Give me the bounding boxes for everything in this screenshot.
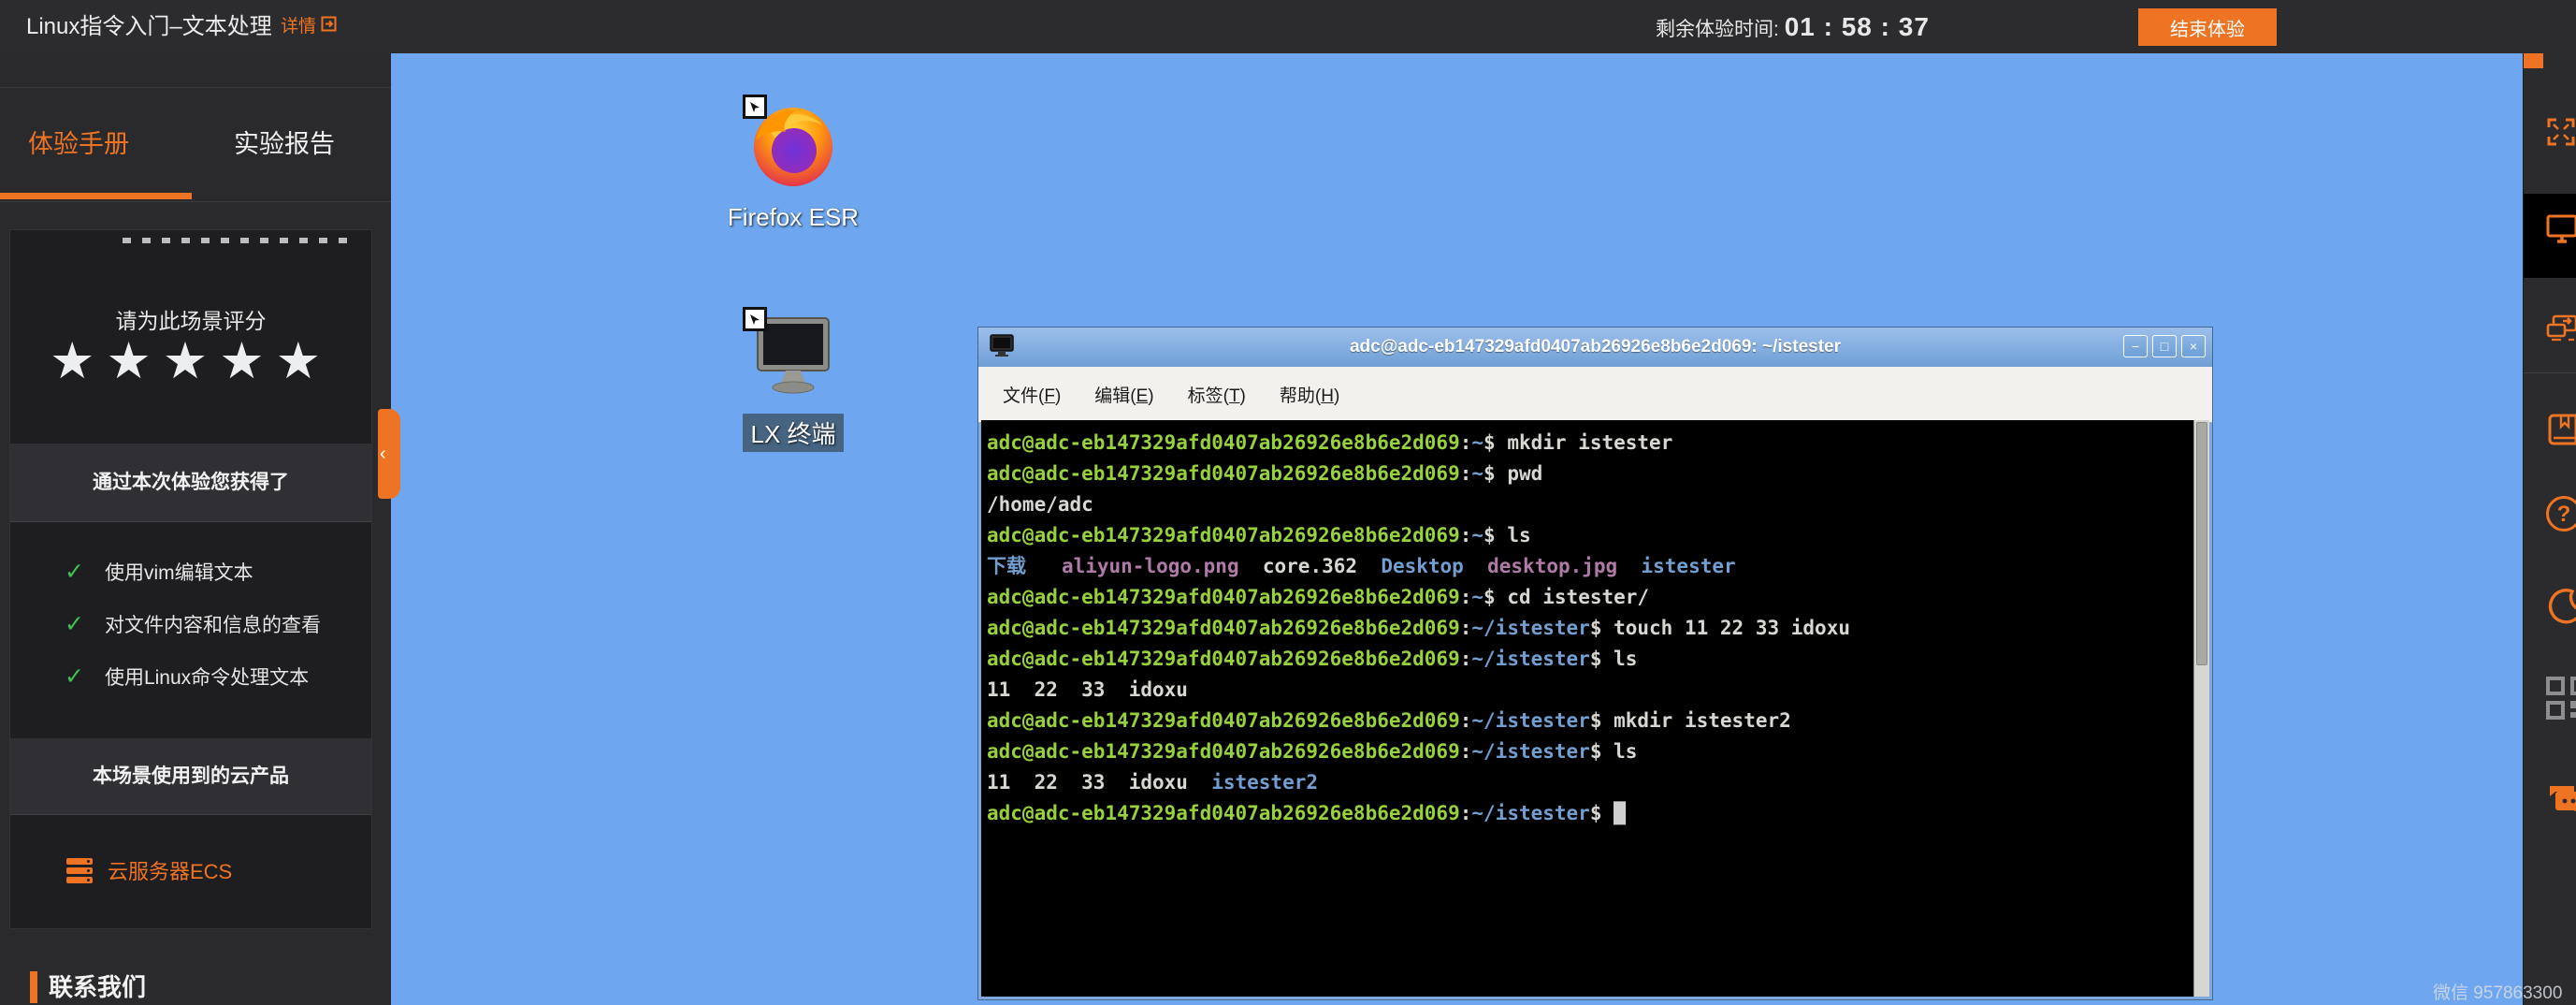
ecs-product-link[interactable]: 云服务器ECS xyxy=(66,855,232,885)
clipped-text-fragment xyxy=(123,238,356,243)
terminal-line: adc@adc-eb147329afd0407ab26926e8b6e2d069… xyxy=(987,644,2193,675)
close-button[interactable]: × xyxy=(2181,335,2206,357)
menu-edit[interactable]: 编辑(E) xyxy=(1094,382,1153,407)
tabs-separator xyxy=(0,201,391,202)
gain-item: ✓ 使用vim编辑文本 xyxy=(65,558,253,586)
end-experience-button[interactable]: 结束体验 xyxy=(2138,8,2277,46)
toolbar-divider xyxy=(2524,372,2576,373)
desktop-icon-firefox[interactable]: Firefox ESR xyxy=(714,98,873,234)
remaining-time-label: 剩余体验时间: xyxy=(1656,19,1779,40)
tab-lab-report[interactable]: 实验报告 xyxy=(234,124,335,160)
menu-tabs[interactable]: 标签(T) xyxy=(1188,382,1246,407)
menu-help[interactable]: 帮助(H) xyxy=(1280,382,1339,407)
ecs-product-label: 云服务器ECS xyxy=(108,855,232,885)
active-tab-underline xyxy=(0,193,192,199)
page-title: Linux指令入门–文本处理 xyxy=(26,0,272,53)
gain-item-label: 使用vim编辑文本 xyxy=(105,562,253,584)
help-icon[interactable]: ? xyxy=(2546,496,2576,532)
contact-us-heading: 联系我们 xyxy=(30,971,146,1003)
remaining-time: 剩余体验时间: 01 : 58 : 37 xyxy=(1656,0,1930,53)
left-sidebar: 体验手册 实验报告 请为此场景评分 ★★★★★ 通过本次体验您获得了 ✓使用vi… xyxy=(0,53,391,1005)
check-icon: ✓ xyxy=(65,559,84,585)
terminal-line: /home/adc xyxy=(987,489,2193,520)
gain-item-label: 对文件内容和信息的查看 xyxy=(105,615,321,636)
sidebar-divider xyxy=(0,87,391,88)
remaining-time-value: 01 : 58 : 37 xyxy=(1785,12,1930,41)
terminal-scrollbar xyxy=(2193,420,2209,997)
shortcut-arrow-badge xyxy=(743,95,767,119)
monitor-icon[interactable] xyxy=(2546,214,2576,249)
window-controls: − □ × xyxy=(2123,335,2206,357)
terminal-line: adc@adc-eb147329afd0407ab26926e8b6e2d069… xyxy=(987,520,2193,551)
rating-prompt: 请为此场景评分 xyxy=(10,303,371,335)
gain-item: ✓ 对文件内容和信息的查看 xyxy=(65,610,321,638)
right-toolbar: ? xyxy=(2523,53,2576,1005)
terminal-window-title: adc@adc-eb147329afd0407ab26926e8b6e2d069… xyxy=(978,337,2212,357)
products-section-header: 本场景使用到的云产品 xyxy=(10,738,371,815)
minimize-button[interactable]: − xyxy=(2123,335,2148,357)
gains-section-header: 通过本次体验您获得了 xyxy=(10,444,371,522)
check-icon: ✓ xyxy=(65,663,84,690)
desktop-icon-label: Firefox ESR xyxy=(720,201,866,234)
firefox-icon xyxy=(748,98,838,188)
corner-accent-chip xyxy=(2523,53,2543,68)
terminal-line: adc@adc-eb147329afd0407ab26926e8b6e2d069… xyxy=(987,706,2193,736)
star-icon[interactable]: ★ xyxy=(106,333,162,389)
terminal-app-icon xyxy=(990,334,1014,361)
check-icon: ✓ xyxy=(65,611,84,637)
shortcut-arrow-badge xyxy=(743,307,767,331)
gain-item-label: 使用Linux命令处理文本 xyxy=(105,667,309,689)
details-link[interactable]: 详情 xyxy=(281,0,337,53)
server-icon xyxy=(66,858,93,883)
chat-icon[interactable] xyxy=(2546,784,2576,826)
maximize-button[interactable]: □ xyxy=(2152,335,2177,357)
external-link-icon xyxy=(321,0,337,53)
terminal-line: adc@adc-eb147329afd0407ab26926e8b6e2d069… xyxy=(987,428,2193,459)
terminal-menubar: 文件(F) 编辑(E) 标签(T) 帮助(H) xyxy=(978,367,2212,423)
star-icon[interactable]: ★ xyxy=(276,333,332,389)
tab-experience-manual[interactable]: 体验手册 xyxy=(28,124,129,160)
lab-page: Linux指令入门–文本处理 详情 剩余体验时间: 01 : 58 : 37 结… xyxy=(0,0,2576,1005)
terminal-line: adc@adc-eb147329afd0407ab26926e8b6e2d069… xyxy=(987,613,2193,644)
sidebar-collapse-handle[interactable]: ‹ xyxy=(378,409,400,499)
terminal-line: adc@adc-eb147329afd0407ab26926e8b6e2d069… xyxy=(987,798,2193,829)
wechat-watermark: 微信 957863300 xyxy=(2433,979,2562,1004)
chevron-left-icon: ‹ xyxy=(380,444,386,465)
fullscreen-icon[interactable] xyxy=(2546,117,2576,152)
manual-book-icon[interactable] xyxy=(2546,412,2576,452)
qrcode-icon[interactable] xyxy=(2546,677,2576,724)
star-icon[interactable]: ★ xyxy=(163,333,219,389)
terminal-line: adc@adc-eb147329afd0407ab26926e8b6e2d069… xyxy=(987,582,2193,613)
monitor-desktop-icon xyxy=(748,311,838,401)
star-icon[interactable]: ★ xyxy=(50,333,106,389)
manual-panel: 请为此场景评分 ★★★★★ 通过本次体验您获得了 ✓使用vim编辑文本 ✓对文件… xyxy=(9,229,372,929)
moon-icon[interactable] xyxy=(2546,587,2576,631)
menu-file[interactable]: 文件(F) xyxy=(1003,382,1061,407)
scrollbar-thumb[interactable] xyxy=(2196,422,2207,665)
terminal-line: 下载 aliyun-logo.png core.362 Desktop desk… xyxy=(987,551,2193,582)
terminal-body[interactable]: adc@adc-eb147329afd0407ab26926e8b6e2d069… xyxy=(981,420,2193,997)
terminal-line: adc@adc-eb147329afd0407ab26926e8b6e2d069… xyxy=(987,459,2193,489)
terminal-line: 11 22 33 idoxu istester2 xyxy=(987,767,2193,798)
desktop-icon-label: LX 终端 xyxy=(743,414,843,452)
remote-desktop[interactable]: Firefox ESR LX 终端 xyxy=(391,53,2523,1005)
terminal-titlebar[interactable]: adc@adc-eb147329afd0407ab26926e8b6e2d069… xyxy=(978,328,2212,367)
terminal-line: adc@adc-eb147329afd0407ab26926e8b6e2d069… xyxy=(987,736,2193,767)
rating-stars[interactable]: ★★★★★ xyxy=(10,331,371,390)
star-icon[interactable]: ★ xyxy=(219,333,275,389)
top-bar: Linux指令入门–文本处理 详情 剩余体验时间: 01 : 58 : 37 结… xyxy=(0,0,2576,53)
desktop-icon-lx-terminal[interactable]: LX 终端 xyxy=(714,311,873,452)
screens-switch-icon[interactable] xyxy=(2546,313,2576,350)
terminal-line: 11 22 33 idoxu xyxy=(987,675,2193,706)
gain-item: ✓ 使用Linux命令处理文本 xyxy=(65,663,309,691)
details-label: 详情 xyxy=(281,0,316,53)
terminal-window: adc@adc-eb147329afd0407ab26926e8b6e2d069… xyxy=(978,328,2212,999)
